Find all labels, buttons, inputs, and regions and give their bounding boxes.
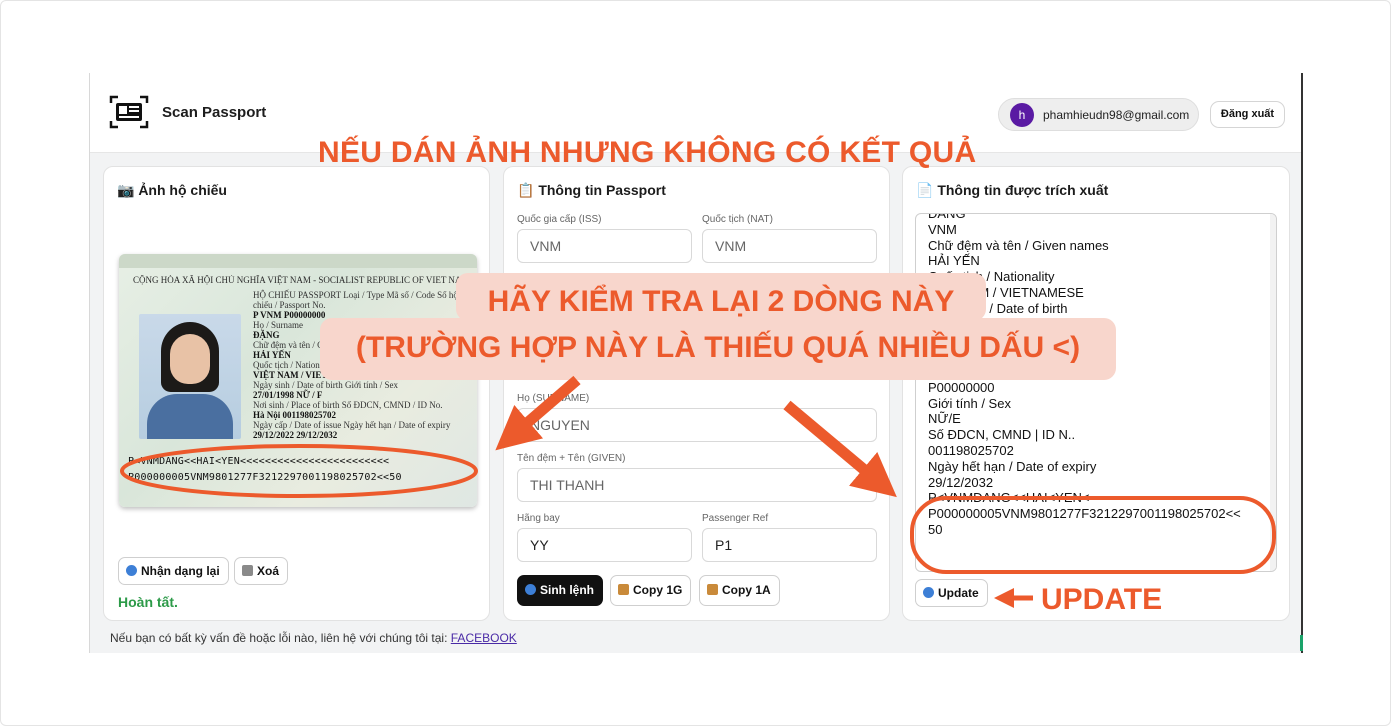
- copy-1a-label: Copy 1A: [722, 583, 771, 597]
- iss-label: Quốc gia cấp (ISS): [517, 214, 602, 225]
- photo-face: [170, 334, 210, 384]
- user-email: phamhieudn98@gmail.com: [1043, 108, 1190, 122]
- scrollbar[interactable]: [1270, 214, 1276, 571]
- passport-mrz: P<VNMDANG<<HAI<YEN<<<<<<<<<<<<<<<<<<<<<<…: [128, 454, 470, 486]
- airline-input[interactable]: YY: [517, 528, 692, 562]
- card-title-info: 📋 Thông tin Passport: [517, 182, 666, 198]
- clipboard-icon: [618, 584, 629, 595]
- copy-1g-label: Copy 1G: [633, 583, 683, 597]
- annotation-banner: HÃY KIỂM TRA LẠI 2 DÒNG NÀY (TRƯỜNG HỢP …: [320, 273, 1116, 380]
- given-input[interactable]: THI THANH: [517, 468, 877, 502]
- pp-line: Ngày sinh / Date of birth Giới tính / Se…: [253, 380, 398, 390]
- app-title: Scan Passport: [162, 104, 267, 121]
- logout-button[interactable]: Đăng xuất: [1210, 101, 1285, 128]
- pp-value: 27/01/1998 NỮ / F: [253, 390, 323, 400]
- rescan-button[interactable]: Nhận dạng lại: [118, 557, 229, 585]
- passport-scan-logo-icon: [109, 95, 149, 129]
- copy-1a-button[interactable]: Copy 1A: [699, 575, 780, 606]
- update-callout: UPDATE: [1041, 583, 1163, 616]
- pax-label: Passenger Ref: [702, 513, 769, 524]
- given-label: Tên đệm + Tên (GIVEN): [517, 453, 626, 464]
- pp-value: Hà Nội 001198025702: [253, 410, 337, 420]
- delete-button[interactable]: Xoá: [234, 557, 289, 585]
- copy-1g-button[interactable]: Copy 1G: [610, 575, 692, 606]
- trash-icon: [242, 565, 253, 576]
- update-button[interactable]: Update: [915, 579, 988, 607]
- footer-text: Nếu bạn có bất kỳ vấn đề hoặc lỗi nào, l…: [110, 631, 451, 645]
- pp-line: Ngày cấp / Date of issue Ngày hết hạn / …: [253, 420, 451, 430]
- mrz-line-1: P<VNMDANG<<HAI<YEN<<<<<<<<<<<<<<<<<<<<<<…: [128, 456, 390, 467]
- generate-command-button[interactable]: Sinh lệnh: [517, 575, 603, 606]
- refresh-icon: [923, 587, 934, 598]
- update-label: Update: [938, 586, 979, 600]
- avatar: h: [1010, 103, 1034, 127]
- nat-label: Quốc tịch (NAT): [702, 214, 773, 225]
- clipboard-icon: [707, 584, 718, 595]
- status-text: Hoàn tất.: [118, 594, 178, 610]
- passport-info-card: 📋 Thông tin Passport Quốc gia cấp (ISS) …: [503, 166, 890, 621]
- generate-label: Sinh lệnh: [540, 583, 594, 597]
- iss-input[interactable]: VNM: [517, 229, 692, 263]
- user-account-pill[interactable]: h phamhieudn98@gmail.com: [998, 98, 1199, 131]
- pax-input[interactable]: P1: [702, 528, 877, 562]
- card-title-extracted: 📄 Thông tin được trích xuất: [916, 182, 1109, 198]
- photo-body: [147, 394, 233, 439]
- facebook-link[interactable]: FACEBOOK: [451, 631, 517, 645]
- pp-value: 29/12/2022 29/12/2032: [253, 430, 338, 440]
- card-title-image: 📷 Ảnh hộ chiếu: [117, 182, 227, 198]
- passport-image-card: 📷 Ảnh hộ chiếu CỘNG HÒA XÃ HỘI CHỦ NGHĨA…: [103, 166, 490, 621]
- annotation-title: NẾU DÁN ẢNH NHƯNG KHÔNG CÓ KẾT QUẢ: [318, 136, 977, 169]
- footer: Nếu bạn có bất kỳ vấn đề hoặc lỗi nào, l…: [110, 631, 517, 645]
- delete-label: Xoá: [257, 564, 280, 578]
- nat-input[interactable]: VNM: [702, 229, 877, 263]
- passport-top-strip: [119, 254, 477, 268]
- rescan-label: Nhận dạng lại: [141, 564, 220, 578]
- surname-input[interactable]: NGUYEN: [517, 408, 877, 442]
- surname-label: Họ (SURNAME): [517, 393, 590, 404]
- refresh-icon: [126, 565, 137, 576]
- banner-line-2: (TRƯỜNG HỢP NÀY LÀ THIẾU QUÁ NHIỀU DẤU <…: [355, 331, 1081, 364]
- passport-photo: [139, 314, 241, 439]
- pp-line: Nơi sinh / Place of birth Số ĐDCN, CMND …: [253, 400, 443, 410]
- airline-label: Hãng bay: [517, 513, 560, 524]
- banner-line-1: HÃY KIỂM TRA LẠI 2 DÒNG NÀY: [487, 285, 955, 318]
- extracted-info-card: 📄 Thông tin được trích xuất ĐĂNG VNM Chữ…: [902, 166, 1290, 621]
- app-edge-accent: [1300, 635, 1303, 651]
- mrz-line-2: P000000005VNM9801277F3212297001198025702…: [128, 472, 402, 483]
- refresh-icon: [525, 584, 536, 595]
- extracted-text-area[interactable]: ĐĂNG VNM Chữ đệm và tên / Given names HẢ…: [915, 213, 1277, 572]
